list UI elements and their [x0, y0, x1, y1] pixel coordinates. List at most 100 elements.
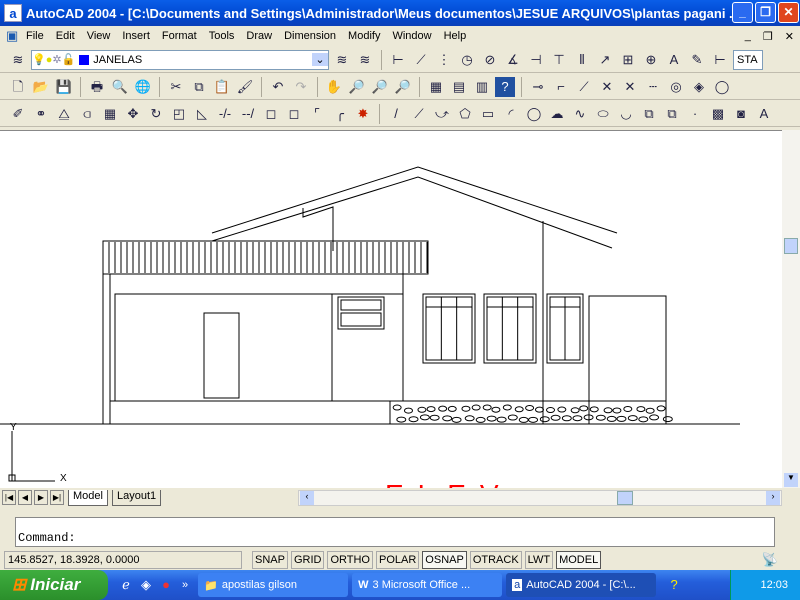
redo-icon[interactable]: ↷ — [291, 77, 311, 97]
stretch-icon[interactable]: ◺ — [192, 104, 212, 124]
copy-object-icon[interactable]: ⚭ — [31, 104, 51, 124]
linear-dimension-icon[interactable]: ⊢ — [388, 50, 408, 70]
tab-layout1[interactable]: Layout1 — [112, 490, 161, 506]
document-icon[interactable]: ▣ — [0, 26, 20, 46]
ellipse-icon[interactable]: ⬭ — [593, 104, 613, 124]
last-tab-button[interactable]: ▶| — [50, 490, 64, 505]
mirror-icon[interactable]: ⧋ — [54, 104, 74, 124]
task-autocad[interactable]: a AutoCAD 2004 - [C:\... — [506, 573, 656, 597]
design-center-icon[interactable]: ▤ — [449, 77, 469, 97]
explode-icon[interactable]: ✸ — [353, 104, 373, 124]
zoom-realtime-icon[interactable]: 🔎 — [347, 77, 367, 97]
extend-icon[interactable]: --/ — [238, 104, 258, 124]
chevron-down-icon[interactable]: ⌄ — [312, 53, 328, 66]
help-tray-icon[interactable]: ? — [664, 575, 684, 595]
quicklaunch-icon[interactable]: ◈ — [136, 575, 156, 595]
aligned-dimension-icon[interactable]: ⟋ — [411, 50, 431, 70]
rotate-icon[interactable]: ↻ — [146, 104, 166, 124]
pan-icon[interactable]: ✋ — [324, 77, 344, 97]
snap-center-icon[interactable]: ◎ — [666, 77, 686, 97]
horizontal-scrollbar[interactable]: ‹ › — [298, 490, 782, 506]
revision-cloud-icon[interactable]: ☁ — [547, 104, 567, 124]
copy-icon[interactable]: ⧉ — [189, 77, 209, 97]
cut-icon[interactable]: ✂ — [166, 77, 186, 97]
start-button[interactable]: ⊞ Iniciar — [0, 570, 108, 600]
menu-insert[interactable]: Insert — [116, 30, 156, 42]
open-icon[interactable]: 📂 — [31, 77, 51, 97]
layer-dropdown[interactable]: 💡 ● ✲ 🔓 JANELAS ⌄ — [31, 50, 329, 70]
move-icon[interactable]: ✥ — [123, 104, 143, 124]
tool-palettes-icon[interactable]: ▥ — [472, 77, 492, 97]
maximize-button[interactable]: ❐ — [755, 2, 776, 23]
insert-block-icon[interactable]: ⧉ — [639, 104, 659, 124]
menu-file[interactable]: File — [20, 30, 50, 42]
multiline-text-icon[interactable]: A — [754, 104, 774, 124]
ortho-toggle[interactable]: ORTHO — [327, 551, 373, 569]
construction-line-icon[interactable]: ⟋ — [409, 104, 429, 124]
erase-icon[interactable]: ✐ — [8, 104, 28, 124]
snap-endpoint-icon[interactable]: ⌐ — [551, 77, 571, 97]
make-layer-current-icon[interactable]: ≋ — [332, 50, 352, 70]
angular-dimension-icon[interactable]: ∡ — [503, 50, 523, 70]
snap-intersection-icon[interactable]: ✕ — [597, 77, 617, 97]
point-icon[interactable]: · — [685, 104, 705, 124]
continue-dimension-icon[interactable]: ⫴ — [572, 50, 592, 70]
layer-previous-icon[interactable]: ≋ — [355, 50, 375, 70]
make-block-icon[interactable]: ⧉ — [662, 104, 682, 124]
scroll-down-button[interactable]: ▼ — [784, 473, 798, 487]
lwt-toggle[interactable]: LWT — [525, 551, 553, 569]
task-word[interactable]: W3 Microsoft Office ... — [352, 573, 502, 597]
menu-help[interactable]: Help — [438, 30, 473, 42]
layers-icon[interactable]: ≋ — [8, 50, 28, 70]
dimension-update-icon[interactable]: ⊢ — [710, 50, 730, 70]
diameter-dimension-icon[interactable]: ⊘ — [480, 50, 500, 70]
center-mark-icon[interactable]: ⊕ — [641, 50, 661, 70]
model-toggle[interactable]: MODEL — [556, 551, 601, 569]
spline-icon[interactable]: ∿ — [570, 104, 590, 124]
dimension-style-box[interactable]: STA — [733, 50, 763, 70]
dimension-text-edit-icon[interactable]: ✎ — [687, 50, 707, 70]
doc-close-button[interactable]: ✕ — [779, 30, 800, 43]
snap-quadrant-icon[interactable]: ◈ — [689, 77, 709, 97]
save-icon[interactable]: 💾 — [54, 77, 74, 97]
otrack-toggle[interactable]: OTRACK — [470, 551, 522, 569]
properties-icon[interactable]: ▦ — [426, 77, 446, 97]
next-tab-button[interactable]: ▶ — [34, 490, 48, 505]
trim-icon[interactable]: -/- — [215, 104, 235, 124]
array-icon[interactable]: ▦ — [100, 104, 120, 124]
join-icon[interactable]: ◻ — [284, 104, 304, 124]
snap-midpoint-icon[interactable]: ⟋ — [574, 77, 594, 97]
snap-toggle[interactable]: SNAP — [252, 551, 288, 569]
zoom-previous-icon[interactable]: 🔎 — [393, 77, 413, 97]
circle-icon[interactable]: ◯ — [524, 104, 544, 124]
communication-center-icon[interactable]: 📡 — [760, 550, 780, 570]
scale-icon[interactable]: ◰ — [169, 104, 189, 124]
hatch-icon[interactable]: ▩ — [708, 104, 728, 124]
scroll-left-button[interactable]: ‹ — [300, 491, 314, 505]
snap-apparent-intersection-icon[interactable]: ✕ — [620, 77, 640, 97]
polar-toggle[interactable]: POLAR — [376, 551, 419, 569]
drawing-canvas[interactable]: Y X ELEV. FRONTAL — [0, 130, 782, 488]
scroll-right-button[interactable]: › — [766, 491, 780, 505]
line-icon[interactable]: / — [386, 104, 406, 124]
arc-icon[interactable]: ◜ — [501, 104, 521, 124]
vertical-scroll-thumb[interactable] — [784, 238, 798, 254]
print-icon[interactable]: 🖶 — [87, 77, 107, 97]
vertical-scrollbar[interactable]: ▼ — [782, 130, 800, 488]
polygon-icon[interactable]: ⬠ — [455, 104, 475, 124]
doc-restore-button[interactable]: ❐ — [757, 30, 779, 43]
horizontal-scroll-thumb[interactable] — [617, 491, 633, 505]
fillet-icon[interactable]: ╭ — [330, 104, 350, 124]
leader-icon[interactable]: ↗ — [595, 50, 615, 70]
dimension-edit-icon[interactable]: A — [664, 50, 684, 70]
menu-draw[interactable]: Draw — [240, 30, 278, 42]
radius-dimension-icon[interactable]: ◷ — [457, 50, 477, 70]
menu-view[interactable]: View — [81, 30, 117, 42]
polyline-icon[interactable]: ⤻ — [432, 104, 452, 124]
menu-window[interactable]: Window — [386, 30, 437, 42]
ordinate-dimension-icon[interactable]: ⋮ — [434, 50, 454, 70]
tab-model[interactable]: Model — [68, 490, 108, 506]
paste-icon[interactable]: 📋 — [212, 77, 232, 97]
menu-tools[interactable]: Tools — [203, 30, 241, 42]
undo-icon[interactable]: ↶ — [268, 77, 288, 97]
